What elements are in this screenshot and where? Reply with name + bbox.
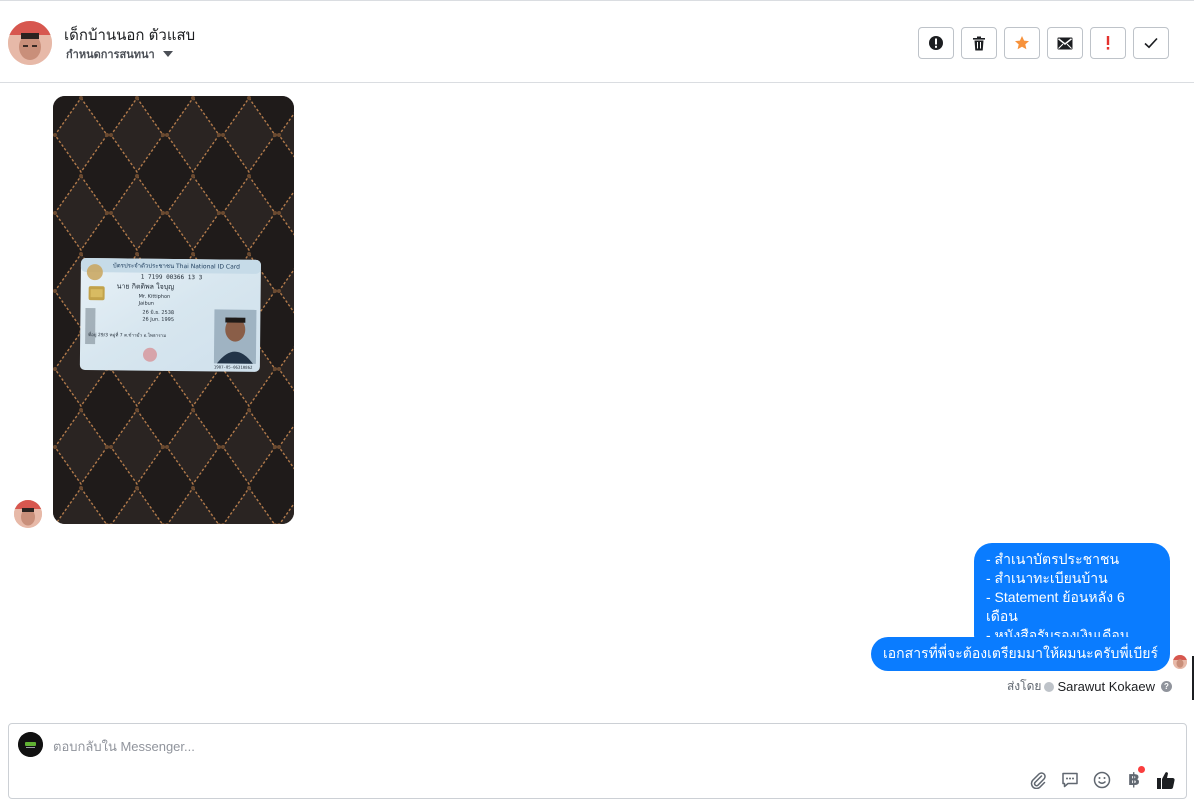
star-icon bbox=[1015, 36, 1029, 50]
conversation-header: เด็กบ้านนอก ตัวแสบ กำหนดการสนทนา bbox=[0, 3, 1194, 83]
delete-button[interactable] bbox=[961, 27, 997, 59]
svg-text:1 7199 00366 13 3: 1 7199 00366 13 3 bbox=[141, 274, 203, 282]
saved-replies-button[interactable] bbox=[1060, 770, 1080, 790]
message-thread: บัตรประจำตัวประชาชน Thai National ID Car… bbox=[0, 84, 1194, 704]
sent-by-name[interactable]: Sarawut Kokaew bbox=[1057, 679, 1155, 694]
caret-down-icon bbox=[162, 51, 173, 57]
sent-by-label: ส่งโดย bbox=[1006, 679, 1042, 693]
checkmark-icon bbox=[1144, 37, 1158, 49]
star-button[interactable] bbox=[1004, 27, 1040, 59]
sender-avatar[interactable] bbox=[14, 500, 42, 528]
payment-button[interactable]: ฿ bbox=[1124, 766, 1145, 790]
svg-text:Mr. Kittiphon: Mr. Kittiphon bbox=[139, 294, 171, 300]
contact-avatar[interactable] bbox=[8, 21, 52, 65]
help-icon[interactable]: ? bbox=[1161, 681, 1172, 692]
admin-badge-icon bbox=[1044, 681, 1055, 692]
reply-input[interactable] bbox=[53, 739, 953, 754]
outgoing-message[interactable]: เอกสารที่พี่จะต้องเตรียมมาให้ผมนะครับพี่… bbox=[870, 637, 1170, 671]
follow-up-button[interactable] bbox=[1090, 27, 1126, 59]
trash-icon bbox=[973, 36, 985, 50]
message-line: - สำเนาบัตรประชาชน bbox=[986, 551, 1120, 567]
baht-payment-icon: ฿ bbox=[1128, 770, 1140, 789]
reply-composer: ฿ bbox=[8, 723, 1187, 799]
notification-dot bbox=[1138, 766, 1145, 773]
svg-text:บัตรประจำตัวประชาชน Thai Natio: บัตรประจำตัวประชาชน Thai National ID Car… bbox=[113, 262, 240, 270]
conversation-settings-label: กำหนดการสนทนา bbox=[66, 49, 155, 61]
report-spam-button[interactable] bbox=[918, 27, 954, 59]
mark-unread-button[interactable] bbox=[1047, 27, 1083, 59]
message-line: - สำเนาทะเบียนบ้าน bbox=[986, 570, 1108, 586]
seen-indicator-avatar bbox=[1173, 655, 1187, 669]
svg-text:นาย กิตติพล ใจบุญ: นาย กิตติพล ใจบุญ bbox=[117, 281, 175, 291]
page-avatar bbox=[18, 732, 43, 757]
svg-text:26 Jun. 1995: 26 Jun. 1995 bbox=[142, 317, 174, 323]
header-actions bbox=[918, 27, 1169, 59]
received-photo[interactable]: บัตรประจำตัวประชาชน Thai National ID Car… bbox=[53, 96, 294, 524]
attach-button[interactable] bbox=[1028, 770, 1048, 790]
emoji-button[interactable] bbox=[1092, 770, 1112, 790]
conversation-settings-dropdown[interactable]: กำหนดการสนทนา bbox=[66, 45, 173, 63]
svg-text:1907-05-06310862: 1907-05-06310862 bbox=[214, 364, 253, 369]
svg-text:26 มิ.ย. 2538: 26 มิ.ย. 2538 bbox=[142, 309, 174, 316]
sent-by-info: ส่งโดย Sarawut Kokaew ? bbox=[1007, 677, 1172, 696]
mail-icon bbox=[1057, 37, 1073, 49]
contact-name[interactable]: เด็กบ้านนอก ตัวแสบ bbox=[64, 23, 195, 47]
exclamation-icon bbox=[1106, 36, 1110, 50]
svg-text:Jaibun: Jaibun bbox=[137, 301, 154, 307]
thumbs-up-icon bbox=[1157, 772, 1175, 789]
saved-replies-icon bbox=[1062, 772, 1078, 788]
report-icon bbox=[929, 36, 943, 50]
mark-done-button[interactable] bbox=[1133, 27, 1169, 59]
attach-icon bbox=[1030, 772, 1046, 789]
message-line: - Statement ย้อนหลัง 6 เดือน bbox=[986, 589, 1125, 624]
emoji-icon bbox=[1093, 771, 1111, 789]
composer-toolbar: ฿ bbox=[1028, 766, 1176, 790]
like-button[interactable] bbox=[1156, 770, 1176, 790]
